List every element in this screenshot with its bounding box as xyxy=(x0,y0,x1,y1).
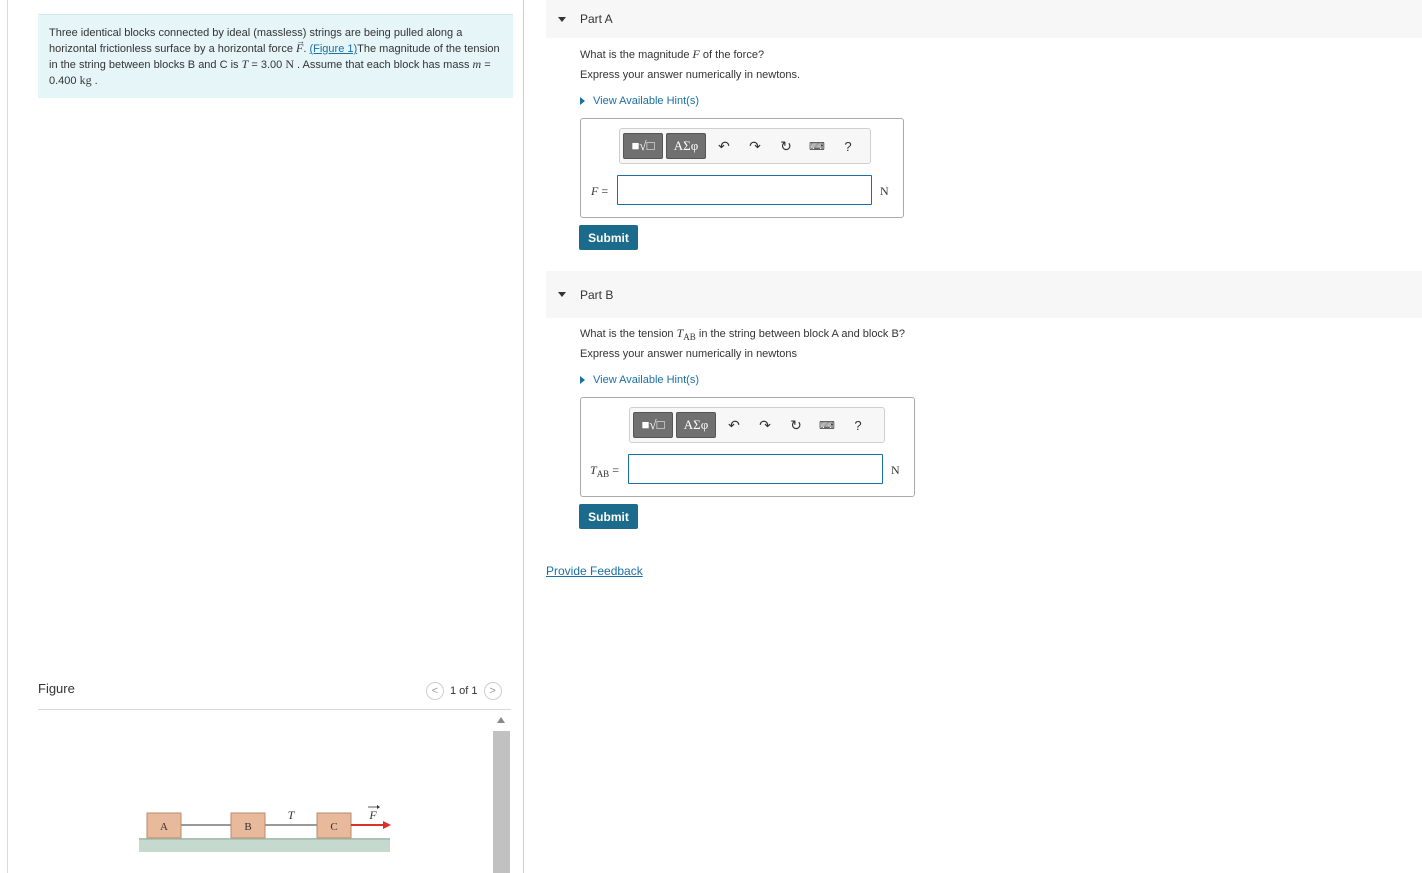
problem-text: horizontal frictionless surface by a hor… xyxy=(49,43,297,55)
hint-label: View Available Hint(s) xyxy=(593,374,699,386)
problem-text: Three identical blocks connected by idea… xyxy=(49,27,463,39)
mass-symbol: m xyxy=(472,57,482,71)
problem-text: . xyxy=(91,75,98,87)
caret-right-icon xyxy=(580,376,585,384)
tension-label: T xyxy=(288,808,296,822)
greek-symbols-button[interactable]: ΑΣφ xyxy=(676,412,716,438)
part-b-answer-box: ■√□ ΑΣφ ↶ ↷ ↻ ⌨ ? TAB = N xyxy=(580,397,915,497)
pager-text: 1 of 1 xyxy=(450,685,478,697)
part-a-title: Part A xyxy=(580,12,613,26)
part-b-question: What is the tension TAB in the string be… xyxy=(580,326,905,342)
part-b-title: Part B xyxy=(580,287,614,302)
prev-figure-button[interactable]: < xyxy=(426,682,444,700)
keyboard-icon[interactable]: ⌨ xyxy=(814,419,840,432)
part-a-header[interactable]: Part A xyxy=(546,0,1422,38)
figure-title: Figure xyxy=(38,681,75,696)
redo-icon[interactable]: ↷ xyxy=(742,138,768,155)
caret-down-icon xyxy=(558,16,566,22)
problem-text: The magnitude of the tension xyxy=(357,43,500,55)
tension-value: = 3.00 xyxy=(248,59,286,71)
force-vector-arrowhead xyxy=(377,805,380,809)
help-button[interactable]: ? xyxy=(835,139,861,154)
greek-symbols-button[interactable]: ΑΣφ xyxy=(666,133,706,159)
problem-text: . Assume that each block has mass xyxy=(293,59,473,71)
part-b-unit: N xyxy=(891,463,900,477)
force-label: F xyxy=(368,808,377,822)
redo-icon[interactable]: ↷ xyxy=(752,417,778,434)
templates-button[interactable]: ■√□ xyxy=(623,133,663,159)
part-a-hint-toggle[interactable]: View Available Hint(s) xyxy=(580,95,699,107)
part-b-hint-toggle[interactable]: View Available Hint(s) xyxy=(580,374,699,386)
part-a-unit: N xyxy=(880,184,889,198)
chevron-left-icon: < xyxy=(431,685,439,697)
figure-pager: < 1 of 1 > xyxy=(426,682,502,700)
caret-right-icon xyxy=(580,97,585,105)
part-b-answer-input[interactable] xyxy=(628,454,883,484)
block-b-label: B xyxy=(244,821,251,833)
reset-icon[interactable]: ↻ xyxy=(783,417,809,434)
chevron-right-icon: > xyxy=(489,685,496,697)
scrollbar-thumb[interactable] xyxy=(493,731,510,873)
reset-icon[interactable]: ↻ xyxy=(773,138,799,155)
vector-arrow-icon: → xyxy=(296,36,306,46)
figure-link[interactable]: (Figure 1) xyxy=(309,43,357,55)
mass-unit: kg xyxy=(79,73,92,87)
part-a-submit-button[interactable]: Submit xyxy=(579,225,638,250)
templates-button[interactable]: ■√□ xyxy=(633,412,673,438)
scroll-up-icon[interactable] xyxy=(497,717,505,723)
figure-scrollbar[interactable] xyxy=(493,713,510,873)
block-c-label: C xyxy=(330,821,337,833)
help-button[interactable]: ? xyxy=(845,418,871,433)
caret-down-icon xyxy=(558,292,566,297)
part-a-question: What is the magnitude F of the force? xyxy=(580,47,765,61)
part-a-instruction: Express your answer numerically in newto… xyxy=(580,69,801,81)
undo-icon[interactable]: ↶ xyxy=(711,138,737,155)
problem-statement: Three identical blocks connected by idea… xyxy=(38,14,513,98)
undo-icon[interactable]: ↶ xyxy=(721,417,747,434)
force-arrowhead-icon xyxy=(383,821,391,829)
part-b-submit-button[interactable]: Submit xyxy=(579,504,638,529)
left-border xyxy=(7,0,8,873)
part-b-header[interactable]: Part B xyxy=(546,271,1422,318)
provide-feedback-link[interactable]: Provide Feedback xyxy=(546,564,643,578)
force-vector-symbol: → F xyxy=(296,36,306,55)
blocks-diagram: A B C T F xyxy=(139,805,391,852)
next-figure-button[interactable]: > xyxy=(483,682,502,700)
pane-divider[interactable] xyxy=(523,0,524,873)
part-a-answer-box: ■√□ ΑΣφ ↶ ↷ ↻ ⌨ ? F = N xyxy=(580,118,904,218)
problem-text: = xyxy=(481,59,491,71)
problem-text: in the string between blocks B and C is xyxy=(49,59,242,71)
mass-value: 0.400 xyxy=(49,75,80,87)
part-b-instruction: Express your answer numerically in newto… xyxy=(580,348,798,360)
part-b-math-toolbar: ■√□ ΑΣφ ↶ ↷ ↻ ⌨ ? xyxy=(629,407,885,443)
keyboard-icon[interactable]: ⌨ xyxy=(804,140,830,153)
frictionless-surface xyxy=(139,838,390,852)
part-a-math-toolbar: ■√□ ΑΣφ ↶ ↷ ↻ ⌨ ? xyxy=(619,128,871,164)
tension-unit: N xyxy=(285,57,294,71)
part-a-variable-label: F = xyxy=(591,184,609,198)
figure-divider xyxy=(38,709,511,710)
block-a-label: A xyxy=(160,821,168,833)
part-b-variable-label: TAB = xyxy=(590,463,619,479)
part-a-answer-input[interactable] xyxy=(617,175,872,205)
hint-label: View Available Hint(s) xyxy=(593,95,699,107)
